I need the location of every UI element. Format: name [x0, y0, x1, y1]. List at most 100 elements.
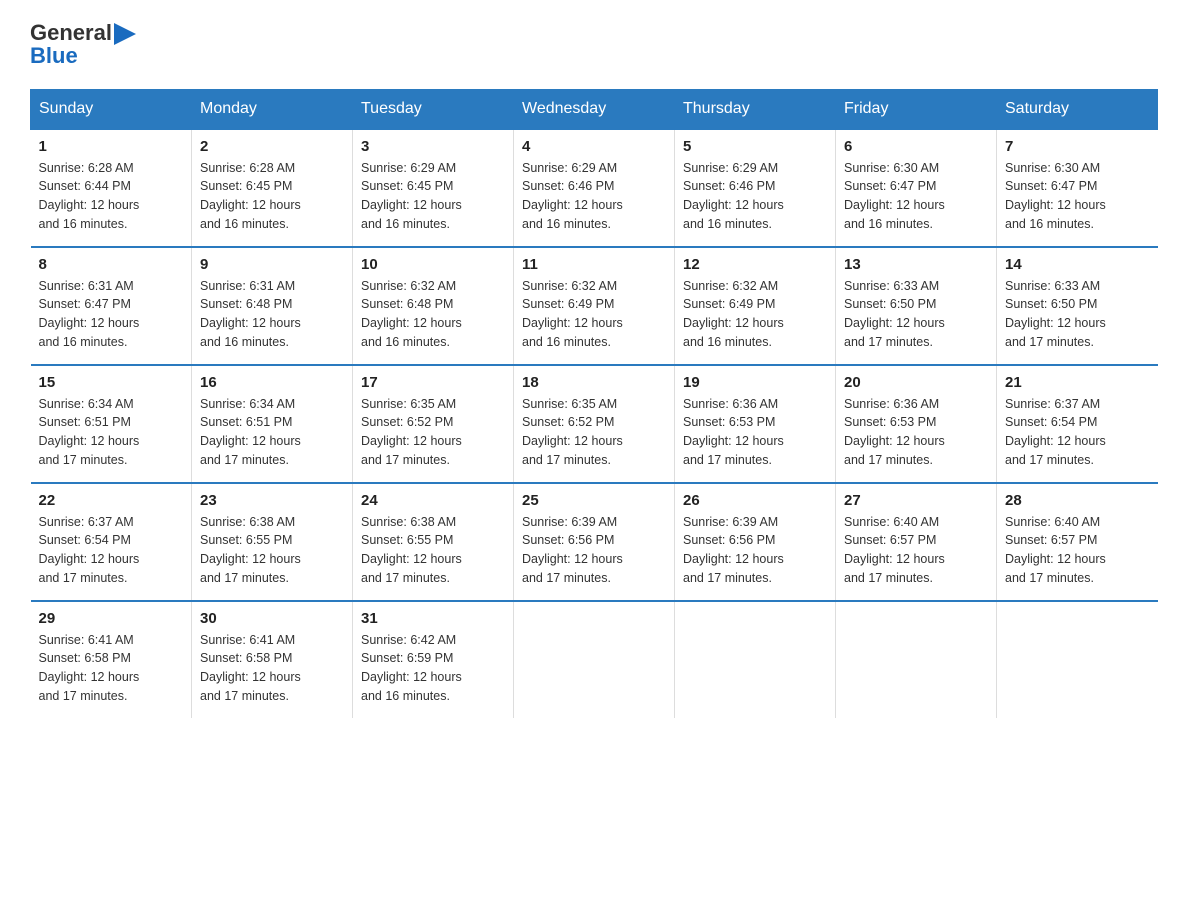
calendar-cell: 7Sunrise: 6:30 AMSunset: 6:47 PMDaylight… — [997, 129, 1158, 247]
day-number: 25 — [522, 492, 666, 509]
day-info: Sunrise: 6:41 AMSunset: 6:58 PMDaylight:… — [200, 631, 344, 706]
day-number: 5 — [683, 138, 827, 155]
day-number: 22 — [39, 492, 184, 509]
calendar-cell: 11Sunrise: 6:32 AMSunset: 6:49 PMDayligh… — [514, 247, 675, 365]
day-number: 14 — [1005, 256, 1150, 273]
calendar-cell: 19 Sunrise: 6:36 AMSunset: 6:53 PMDayligh… — [675, 365, 836, 483]
calendar-cell: 13 Sunrise: 6:33 AMSunset: 6:50 PMDayligh… — [836, 247, 997, 365]
day-number: 13 — [844, 256, 988, 273]
day-info: Sunrise: 6:36 AMSunset: 6:53 PMDaylight:… — [844, 395, 988, 470]
day-info: Sunrise: 6:29 AMSunset: 6:46 PMDaylight:… — [683, 159, 827, 234]
day-info: Sunrise: 6:35 AMSunset: 6:52 PMDaylight:… — [522, 395, 666, 470]
calendar-cell: 1 Sunrise: 6:28 AMSunset: 6:44 PMDaylight… — [31, 129, 192, 247]
weekday-header-saturday: Saturday — [997, 89, 1158, 129]
calendar-cell: 27 Sunrise: 6:40 AMSunset: 6:57 PMDayligh… — [836, 483, 997, 601]
calendar-cell — [514, 601, 675, 718]
calendar-cell: 21 Sunrise: 6:37 AMSunset: 6:54 PMDayligh… — [997, 365, 1158, 483]
day-info: Sunrise: 6:31 AMSunset: 6:48 PMDaylight:… — [200, 277, 344, 352]
day-number: 28 — [1005, 492, 1150, 509]
calendar-cell — [675, 601, 836, 718]
logo-general-text: General — [30, 20, 112, 45]
calendar-cell: 30 Sunrise: 6:41 AMSunset: 6:58 PMDayligh… — [192, 601, 353, 718]
calendar-cell: 15 Sunrise: 6:34 AMSunset: 6:51 PMDayligh… — [31, 365, 192, 483]
calendar-cell: 9Sunrise: 6:31 AMSunset: 6:48 PMDaylight… — [192, 247, 353, 365]
day-info: Sunrise: 6:33 AMSunset: 6:50 PMDaylight:… — [844, 277, 988, 352]
calendar-cell: 25 Sunrise: 6:39 AMSunset: 6:56 PMDayligh… — [514, 483, 675, 601]
calendar-cell: 17Sunrise: 6:35 AMSunset: 6:52 PMDayligh… — [353, 365, 514, 483]
calendar-table: SundayMondayTuesdayWednesdayThursdayFrid… — [30, 89, 1158, 718]
day-info: Sunrise: 6:40 AMSunset: 6:57 PMDaylight:… — [844, 513, 988, 588]
day-number: 10 — [361, 256, 505, 273]
week-row-1: 1 Sunrise: 6:28 AMSunset: 6:44 PMDaylight… — [31, 129, 1158, 247]
day-info: Sunrise: 6:29 AMSunset: 6:46 PMDaylight:… — [522, 159, 666, 234]
day-number: 23 — [200, 492, 344, 509]
day-number: 30 — [200, 610, 344, 627]
day-number: 16 — [200, 374, 344, 391]
day-number: 20 — [844, 374, 988, 391]
weekday-header-thursday: Thursday — [675, 89, 836, 129]
day-number: 27 — [844, 492, 988, 509]
day-number: 2 — [200, 138, 344, 155]
day-number: 8 — [39, 256, 184, 273]
calendar-cell: 3Sunrise: 6:29 AMSunset: 6:45 PMDaylight… — [353, 129, 514, 247]
day-info: Sunrise: 6:33 AMSunset: 6:50 PMDaylight:… — [1005, 277, 1150, 352]
day-number: 12 — [683, 256, 827, 273]
logo: General Blue — [30, 20, 136, 69]
week-row-4: 22 Sunrise: 6:37 AMSunset: 6:54 PMDayligh… — [31, 483, 1158, 601]
day-info: Sunrise: 6:31 AMSunset: 6:47 PMDaylight:… — [39, 277, 184, 352]
day-info: Sunrise: 6:28 AMSunset: 6:45 PMDaylight:… — [200, 159, 344, 234]
weekday-header-row: SundayMondayTuesdayWednesdayThursdayFrid… — [31, 89, 1158, 129]
weekday-header-tuesday: Tuesday — [353, 89, 514, 129]
logo-graphic: General Blue — [30, 20, 136, 69]
day-info: Sunrise: 6:38 AMSunset: 6:55 PMDaylight:… — [361, 513, 505, 588]
day-info: Sunrise: 6:38 AMSunset: 6:55 PMDaylight:… — [200, 513, 344, 588]
calendar-cell: 18 Sunrise: 6:35 AMSunset: 6:52 PMDayligh… — [514, 365, 675, 483]
weekday-header-wednesday: Wednesday — [514, 89, 675, 129]
day-info: Sunrise: 6:36 AMSunset: 6:53 PMDaylight:… — [683, 395, 827, 470]
calendar-cell: 22 Sunrise: 6:37 AMSunset: 6:54 PMDayligh… — [31, 483, 192, 601]
weekday-header-monday: Monday — [192, 89, 353, 129]
day-info: Sunrise: 6:28 AMSunset: 6:44 PMDaylight:… — [39, 159, 184, 234]
calendar-cell — [997, 601, 1158, 718]
day-number: 18 — [522, 374, 666, 391]
week-row-2: 8 Sunrise: 6:31 AMSunset: 6:47 PMDaylight… — [31, 247, 1158, 365]
day-info: Sunrise: 6:35 AMSunset: 6:52 PMDaylight:… — [361, 395, 505, 470]
day-info: Sunrise: 6:39 AMSunset: 6:56 PMDaylight:… — [522, 513, 666, 588]
day-info: Sunrise: 6:32 AMSunset: 6:49 PMDaylight:… — [683, 277, 827, 352]
calendar-cell: 31Sunrise: 6:42 AMSunset: 6:59 PMDayligh… — [353, 601, 514, 718]
calendar-cell: 23 Sunrise: 6:38 AMSunset: 6:55 PMDayligh… — [192, 483, 353, 601]
day-number: 4 — [522, 138, 666, 155]
day-number: 29 — [39, 610, 184, 627]
day-number: 3 — [361, 138, 505, 155]
day-info: Sunrise: 6:37 AMSunset: 6:54 PMDaylight:… — [39, 513, 184, 588]
day-info: Sunrise: 6:32 AMSunset: 6:48 PMDaylight:… — [361, 277, 505, 352]
calendar-cell: 2 Sunrise: 6:28 AMSunset: 6:45 PMDaylight… — [192, 129, 353, 247]
day-info: Sunrise: 6:37 AMSunset: 6:54 PMDaylight:… — [1005, 395, 1150, 470]
day-number: 11 — [522, 256, 666, 273]
day-number: 1 — [39, 138, 184, 155]
weekday-header-friday: Friday — [836, 89, 997, 129]
day-number: 7 — [1005, 138, 1150, 155]
calendar-cell — [836, 601, 997, 718]
day-number: 15 — [39, 374, 184, 391]
day-number: 21 — [1005, 374, 1150, 391]
day-info: Sunrise: 6:34 AMSunset: 6:51 PMDaylight:… — [39, 395, 184, 470]
day-info: Sunrise: 6:41 AMSunset: 6:58 PMDaylight:… — [39, 631, 184, 706]
day-number: 24 — [361, 492, 505, 509]
week-row-5: 29 Sunrise: 6:41 AMSunset: 6:58 PMDayligh… — [31, 601, 1158, 718]
day-number: 6 — [844, 138, 988, 155]
week-row-3: 15 Sunrise: 6:34 AMSunset: 6:51 PMDayligh… — [31, 365, 1158, 483]
calendar-cell: 5 Sunrise: 6:29 AMSunset: 6:46 PMDaylight… — [675, 129, 836, 247]
day-info: Sunrise: 6:34 AMSunset: 6:51 PMDaylight:… — [200, 395, 344, 470]
calendar-cell: 20 Sunrise: 6:36 AMSunset: 6:53 PMDayligh… — [836, 365, 997, 483]
page-header: General Blue — [30, 20, 1158, 69]
calendar-cell: 16 Sunrise: 6:34 AMSunset: 6:51 PMDayligh… — [192, 365, 353, 483]
calendar-cell: 12 Sunrise: 6:32 AMSunset: 6:49 PMDayligh… — [675, 247, 836, 365]
calendar-cell: 10 Sunrise: 6:32 AMSunset: 6:48 PMDayligh… — [353, 247, 514, 365]
calendar-cell: 28Sunrise: 6:40 AMSunset: 6:57 PMDayligh… — [997, 483, 1158, 601]
day-number: 19 — [683, 374, 827, 391]
weekday-header-sunday: Sunday — [31, 89, 192, 129]
calendar-cell: 26Sunrise: 6:39 AMSunset: 6:56 PMDayligh… — [675, 483, 836, 601]
day-number: 26 — [683, 492, 827, 509]
calendar-cell: 24 Sunrise: 6:38 AMSunset: 6:55 PMDayligh… — [353, 483, 514, 601]
